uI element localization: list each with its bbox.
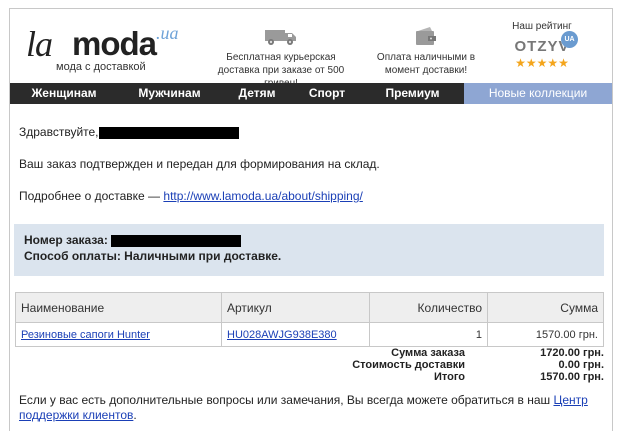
- total-value: 1570.00 грн.: [540, 371, 604, 383]
- order-sum-value: 1720.00 грн.: [540, 347, 604, 359]
- email-frame: la moda .ua мода с доставкой Бесплатная …: [9, 8, 613, 431]
- promo-cash-text: Оплата наличными в момент доставки!: [376, 52, 476, 76]
- shipping-prefix: Подробнее о доставке —: [19, 189, 164, 203]
- greeting-text: Здравствуйте,: [19, 125, 99, 139]
- totals-row-total: Итого 1570.00 грн.: [310, 371, 604, 383]
- totals-row-order: Сумма заказа 1720.00 грн.: [310, 347, 604, 359]
- order-items-table: Наименование Артикул Количество Сумма Ре…: [15, 292, 604, 347]
- order-number-line: Номер заказа:: [24, 232, 594, 248]
- logo-ua-text: .ua: [156, 23, 179, 43]
- col-header-sum: Сумма: [487, 292, 604, 323]
- totals-row-delivery: Стоимость доставки 0.00 грн.: [310, 359, 604, 371]
- shipping-link[interactable]: http://www.lamoda.ua/about/shipping/: [163, 189, 362, 203]
- otzyv-badge: UA: [561, 31, 578, 48]
- rating-stars-icon: ★★★★★: [515, 56, 569, 70]
- nav-item-new-collections[interactable]: Новые коллекции: [464, 83, 612, 104]
- table-row: Резиновые сапоги Hunter HU028AWJG938E380…: [15, 322, 604, 347]
- order-sum-label: Сумма заказа: [391, 347, 465, 359]
- nav-item-premium[interactable]: Премиум: [361, 83, 464, 104]
- table-header-row: Наименование Артикул Количество Сумма: [15, 292, 604, 323]
- item-sku-link[interactable]: HU028AWJG938E380: [227, 329, 337, 341]
- rating-widget[interactable]: Наш рейтинг OTZYV UA ★★★★★: [504, 21, 580, 70]
- confirmation-text: Ваш заказ подтвержден и передан для форм…: [19, 157, 380, 171]
- redacted-order-number: [111, 234, 242, 247]
- order-totals: Сумма заказа 1720.00 грн. Стоимость дост…: [310, 347, 604, 383]
- support-text: Если у вас есть дополнительные вопросы и…: [19, 393, 604, 423]
- order-number-label: Номер заказа:: [24, 233, 108, 247]
- delivery-cost-label: Стоимость доставки: [352, 359, 465, 371]
- promo-cash: Оплата наличными в момент доставки!: [374, 27, 478, 77]
- total-label: Итого: [433, 371, 465, 383]
- col-header-name: Наименование: [15, 292, 222, 323]
- delivery-truck-icon: [265, 30, 296, 45]
- item-sum-cell: 1570.00 грн.: [487, 322, 604, 347]
- shipping-line: Подробнее о доставке — http://www.lamoda…: [19, 189, 363, 203]
- logo-tagline: мода с доставкой: [56, 61, 146, 73]
- greeting-line: Здравствуйте,: [19, 125, 239, 139]
- lamoda-logo[interactable]: la moda .ua мода с доставкой: [26, 23, 186, 83]
- nav-item-kids[interactable]: Детям: [221, 83, 293, 104]
- item-name-link[interactable]: Резиновые сапоги Hunter: [21, 329, 150, 341]
- support-text-body: Если у вас есть дополнительные вопросы и…: [19, 393, 554, 407]
- col-header-qty: Количество: [369, 292, 488, 323]
- nav-item-men[interactable]: Мужчинам: [118, 83, 221, 104]
- item-name-cell: Резиновые сапоги Hunter: [15, 322, 222, 347]
- item-qty-cell: 1: [369, 322, 488, 347]
- promo-delivery: Бесплатная курьерская доставка при заказ…: [206, 27, 356, 90]
- nav-item-women[interactable]: Женщинам: [10, 83, 118, 104]
- order-info-box: Номер заказа: Способ оплаты: Наличными п…: [14, 224, 604, 276]
- redacted-customer-name: [98, 126, 239, 139]
- support-text-end: .: [133, 408, 137, 422]
- nav-item-sport[interactable]: Спорт: [293, 83, 361, 104]
- wallet-icon: [416, 27, 436, 45]
- payment-method: Способ оплаты: Наличными при доставке.: [24, 249, 282, 263]
- col-header-sku: Артикул: [221, 292, 370, 323]
- logo-la-text: la: [26, 24, 53, 64]
- category-nav: Женщинам Мужчинам Детям Спорт Премиум Но…: [10, 83, 612, 104]
- logo-moda-text: moda: [72, 25, 157, 62]
- otzyv-logo: OTZYV UA: [504, 31, 580, 58]
- item-sku-cell: HU028AWJG938E380: [221, 322, 370, 347]
- delivery-cost-value: 0.00 грн.: [558, 359, 604, 371]
